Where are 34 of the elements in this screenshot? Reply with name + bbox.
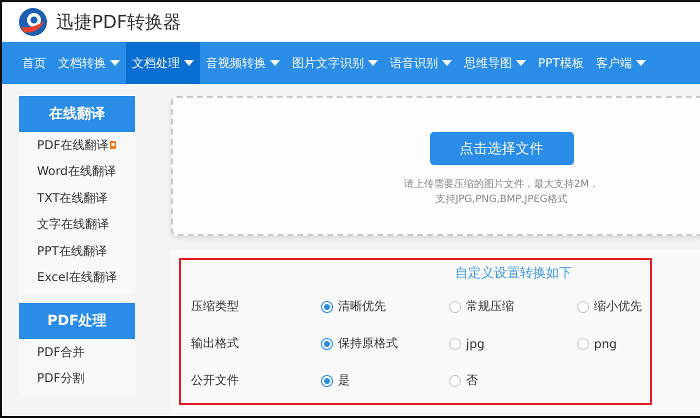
sidebar-link[interactable]: PDF在线翻译 xyxy=(19,132,135,158)
nav-tab[interactable]: 文档处理 xyxy=(126,42,200,84)
radio-option[interactable]: 清晰优先 xyxy=(321,298,449,315)
sidebar-link[interactable]: Word在线翻译 xyxy=(19,158,135,185)
radio-option[interactable]: 否 xyxy=(449,372,577,389)
badge-icon xyxy=(110,141,116,150)
logo-icon xyxy=(18,7,48,37)
sidebar-link[interactable]: PDF分割 xyxy=(19,366,135,392)
settings-title: 自定义设置转换如下 xyxy=(455,265,572,282)
radio-option[interactable]: 常规压缩 xyxy=(449,298,577,315)
sidebar-link[interactable]: 文字在线翻译 xyxy=(19,212,135,238)
radio-option[interactable]: jpg xyxy=(449,336,577,350)
radio-option[interactable]: 是 xyxy=(321,372,449,389)
sidebar-link[interactable]: TXT在线翻译 xyxy=(19,185,135,212)
caret-icon xyxy=(442,60,452,66)
radio-option[interactable]: png xyxy=(577,336,657,350)
app-title: 迅捷PDF转换器 xyxy=(56,11,182,34)
option-label: 输出格式 xyxy=(191,335,240,352)
caret-icon xyxy=(184,60,194,66)
caret-icon xyxy=(516,60,526,66)
sidebar-link[interactable]: Excel在线翻译 xyxy=(19,264,135,291)
radio-option[interactable]: 保持原格式 xyxy=(321,335,449,352)
sidebar-link[interactable]: PDF合并 xyxy=(19,339,135,366)
option-label: 压缩类型 xyxy=(191,298,240,315)
option-label: 公开文件 xyxy=(191,372,240,389)
caret-icon xyxy=(636,60,646,66)
sidebar-link[interactable]: PPT在线翻译 xyxy=(19,238,135,264)
caret-icon xyxy=(368,60,378,66)
caret-icon xyxy=(270,60,280,66)
radio-option[interactable]: 缩小优先 xyxy=(577,298,657,315)
upload-hint: 请上传需要压缩的图片文件，最大支持2M， 支持JPG,PNG,BMP,JPEG格式 xyxy=(404,178,599,207)
caret-icon xyxy=(110,60,120,66)
sidebar-heading: PDF处理 xyxy=(19,303,135,339)
sidebar-heading: 在线翻译 xyxy=(19,96,135,132)
